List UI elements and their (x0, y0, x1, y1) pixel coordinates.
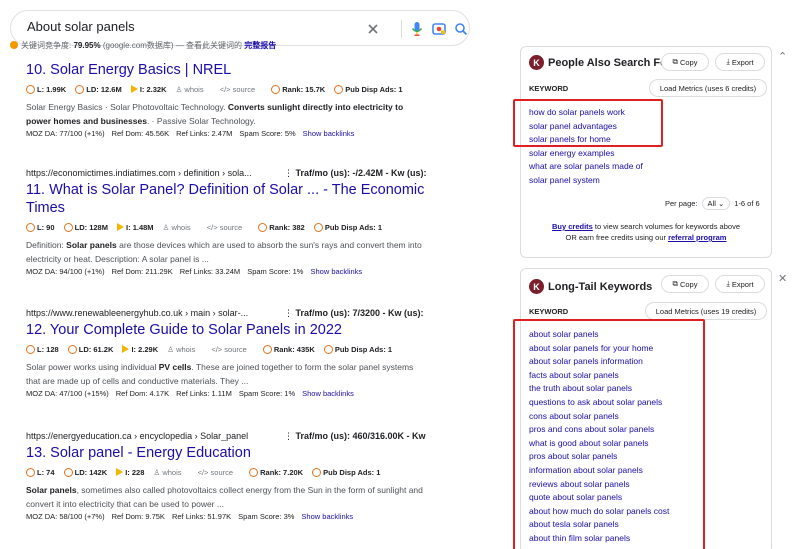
panel-title: People Also Search For (548, 56, 672, 69)
copy-icon: ⧉ (672, 57, 680, 66)
search-result: https://www.renewableenergyhub.co.uk › m… (26, 308, 426, 398)
search-divider (401, 20, 402, 38)
traffic-info: ⋮ Traf/mo (us): 460/316.00K - Kw (us): 9… (284, 431, 426, 441)
load-metrics-button[interactable]: Load Metrics (uses 6 credits) (649, 79, 767, 97)
result-snippet: Solar power works using individual PV ce… (26, 362, 414, 386)
full-report-link[interactable]: 完整报告 (244, 41, 276, 50)
long-tail-keywords-panel: K Long-Tail Keywords ⧉ Copy ⤓ Export KEY… (513, 268, 772, 549)
result-stats: L: 90 LD: 128M I: 1.48M ♙ whois </> sour… (26, 223, 426, 232)
circle-icon (63, 223, 73, 232)
result-title[interactable]: 13. Solar panel - Energy Education (26, 444, 426, 462)
search-input[interactable] (27, 19, 347, 34)
result-stats: L: 1.99K LD: 12.6M I: 2.32K ♙ whois </> … (26, 85, 426, 94)
circle-icon (67, 345, 77, 354)
circle-icon (26, 85, 35, 94)
result-url: https://energyeducation.ca › encyclopedi… (26, 431, 426, 441)
circle-icon (334, 85, 344, 94)
result-stats: L: 128 LD: 61.2K I: 2.29K ♙ whois </> so… (26, 345, 426, 354)
keywords-everywhere-logo: K (529, 279, 544, 294)
result-snippet: Definition: Solar panels are those devic… (26, 240, 422, 264)
export-button[interactable]: ⤓ Export (715, 53, 765, 71)
flag-icon (116, 468, 124, 476)
circle-icon (262, 345, 272, 354)
source-link[interactable]: </> source (220, 85, 262, 94)
show-backlinks-link[interactable]: Show backlinks (302, 389, 354, 398)
result-snippet: Solar panels, sometimes also called phot… (26, 485, 423, 509)
close-icon[interactable]: ✕ (778, 272, 787, 285)
result-title[interactable]: 10. Solar Energy Basics | NREL (26, 61, 426, 79)
traffic-info: ⋮ Traf/mo (us): 7/3200 - Kw (us): 9/2325 (284, 308, 426, 318)
copy-button[interactable]: ⧉ Copy (661, 275, 709, 293)
export-button[interactable]: ⤓ Export (715, 275, 765, 293)
buy-credits-link[interactable]: Buy credits (552, 222, 593, 231)
highlight-box (513, 319, 705, 549)
whois-link[interactable]: ♙ whois (163, 223, 198, 232)
circle-icon (258, 223, 268, 232)
search-result: https://economictimes.indiatimes.com › d… (26, 168, 426, 276)
result-moz-metrics: MOZ DA: 58/100 (+7%) Ref Dom: 9.75K Ref Li… (26, 512, 354, 521)
flag-icon (130, 85, 138, 93)
circle-icon (249, 468, 259, 477)
show-backlinks-link[interactable]: Show backlinks (303, 129, 355, 138)
keyword-column-header: KEYWORD (529, 84, 569, 93)
camera-lens-icon[interactable] (429, 19, 449, 39)
competition-value: 79.95% (73, 41, 101, 50)
result-moz-metrics: MOZ DA: 77/100 (+1%) Ref Dom: 45.56K Ref L… (26, 129, 355, 138)
circle-icon (26, 345, 35, 354)
whois-link[interactable]: ♙ whois (154, 468, 189, 477)
circle-icon (75, 85, 85, 94)
whois-link[interactable]: ♙ whois (176, 85, 211, 94)
flag-icon (117, 223, 125, 231)
keyword-column-header: KEYWORD (529, 307, 569, 316)
circle-icon (312, 468, 322, 477)
circle-icon (63, 468, 73, 477)
search-result: https://energyeducation.ca › encyclopedi… (26, 431, 426, 521)
show-backlinks-link[interactable]: Show backlinks (301, 512, 353, 521)
result-title[interactable]: 11. What is Solar Panel? Definition of S… (26, 181, 426, 217)
panel-header: K Long-Tail Keywords (529, 279, 652, 294)
copy-button[interactable]: ⧉ Copy (661, 53, 709, 71)
competition-source: (google.com数据库) — 查看此关键词的 (102, 41, 242, 50)
competition-dot-icon (10, 41, 18, 49)
load-metrics-button[interactable]: Load Metrics (uses 19 credits) (645, 302, 767, 320)
keywords-everywhere-logo: K (529, 55, 544, 70)
whois-link[interactable]: ♙ whois (167, 345, 202, 354)
result-title[interactable]: 12. Your Complete Guide to Solar Panels … (26, 321, 426, 339)
traffic-info: ⋮ Traf/mo (us): -/2.42M - Kw (us): -/42- (284, 168, 426, 178)
close-icon[interactable]: ⌃ (778, 50, 787, 63)
copy-icon: ⧉ (672, 279, 680, 288)
credits-note: Buy credits to view search volumes for k… (551, 222, 740, 242)
keyword-competition: 关键词竞争度: 79.95% (google.com数据库) — 查看此关键词的… (10, 40, 276, 51)
circle-icon (323, 345, 333, 354)
result-url: https://www.renewableenergyhub.co.uk › m… (26, 308, 426, 318)
circle-icon (271, 85, 281, 94)
source-link[interactable]: </> source (207, 223, 249, 232)
flag-icon (122, 345, 130, 353)
pagination: Per page: All ⌄ 1-6 of 6 (665, 197, 760, 210)
panel-header: K People Also Search For (529, 55, 671, 70)
keyword-item[interactable]: what are solar panels made of (529, 160, 643, 174)
per-page-select[interactable]: All ⌄ (701, 197, 731, 210)
show-backlinks-link[interactable]: Show backlinks (310, 267, 362, 276)
highlight-box (513, 99, 663, 147)
circle-icon (26, 468, 35, 477)
keyword-item[interactable]: solar panel system (529, 174, 643, 188)
circle-icon (313, 223, 323, 232)
result-moz-metrics: MOZ DA: 94/100 (+1%) Ref Dom: 211.29K Ref … (26, 267, 363, 276)
search-result: 10. Solar Energy Basics | NREL L: 1.99K … (26, 58, 426, 138)
result-url: https://economictimes.indiatimes.com › d… (26, 168, 426, 178)
circle-icon (26, 223, 35, 232)
source-link[interactable]: </> source (198, 468, 240, 477)
referral-program-link[interactable]: referral program (668, 233, 726, 242)
result-stats: L: 74 LD: 142K I: 228 ♙ whois </> source… (26, 468, 426, 477)
clear-icon[interactable] (363, 19, 383, 39)
keyword-item[interactable]: solar energy examples (529, 147, 643, 161)
microphone-icon[interactable] (407, 19, 427, 39)
panel-title: Long-Tail Keywords (548, 280, 653, 293)
search-icon[interactable] (451, 19, 471, 39)
people-also-search-panel: K People Also Search For ⧉ Copy ⤓ Export… (513, 46, 772, 258)
result-snippet: Solar Energy Basics · Solar Photovoltaic… (26, 102, 404, 126)
result-moz-metrics: MOZ DA: 47/100 (+15%) Ref Dom: 4.17K Ref L… (26, 389, 354, 398)
source-link[interactable]: </> source (211, 345, 253, 354)
